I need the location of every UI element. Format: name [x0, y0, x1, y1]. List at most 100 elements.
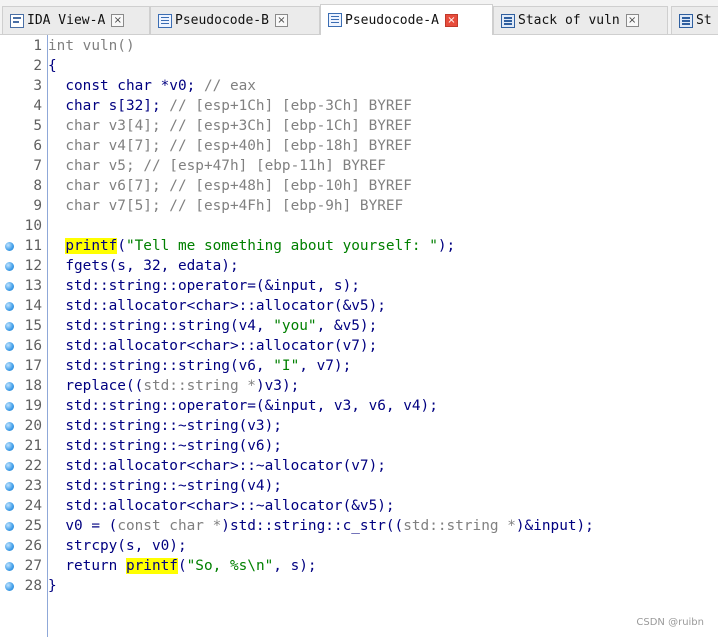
breakpoint-dot-icon[interactable]	[5, 262, 14, 271]
code-token: , s);	[273, 558, 317, 574]
code-token: (	[177, 558, 187, 574]
line-number: 27	[24, 558, 42, 574]
code-text: std::allocator<char>::allocator(&v5);	[48, 296, 386, 316]
breakpoint-dot-icon[interactable]	[5, 482, 14, 491]
code-token: char v3[4];	[48, 118, 170, 134]
code-token: "So, %s\n"	[186, 558, 274, 574]
code-token: strcpy(s, v0);	[48, 538, 187, 554]
line-number: 1	[33, 38, 42, 54]
code-text: v0 = (const char *)std::string::c_str((s…	[48, 516, 594, 536]
breakpoint-dot-icon[interactable]	[5, 562, 14, 571]
line-number: 24	[24, 498, 42, 514]
tab-pseudocode-b[interactable]: Pseudocode-B ×	[150, 6, 320, 34]
code-line[interactable]: 25 v0 = (const char *)std::string::c_str…	[0, 516, 718, 536]
code-token: // [esp+1Ch] [ebp-3Ch] BYREF	[169, 98, 412, 114]
tab-pseudocode-a[interactable]: Pseudocode-A ×	[320, 4, 493, 35]
breakpoint-dot-icon[interactable]	[5, 542, 14, 551]
code-token: std::string *	[403, 518, 516, 534]
code-line[interactable]: 28}	[0, 576, 718, 596]
code-line[interactable]: 20 std::string::~string(v3);	[0, 416, 718, 436]
code-text: fgets(s, 32, edata);	[48, 256, 238, 276]
code-line[interactable]: 11 printf("Tell me something about yours…	[0, 236, 718, 256]
line-number: 7	[33, 158, 42, 174]
code-token: "Tell me something about yourself: "	[125, 238, 438, 254]
line-number: 22	[24, 458, 42, 474]
code-token: // [esp+48h] [ebp-10h] BYREF	[169, 178, 412, 194]
code-token: , &v5);	[316, 318, 378, 334]
code-line[interactable]: 17 std::string::string(v6, "I", v7);	[0, 356, 718, 376]
line-number: 6	[33, 138, 42, 154]
code-line[interactable]: 12 fgets(s, 32, edata);	[0, 256, 718, 276]
code-line[interactable]: 22 std::allocator<char>::~allocator(v7);	[0, 456, 718, 476]
line-number: 20	[24, 418, 42, 434]
code-text: char v6[7]; // [esp+48h] [ebp-10h] BYREF	[48, 176, 412, 196]
code-line[interactable]: 4 char s[32]; // [esp+1Ch] [ebp-3Ch] BYR…	[0, 96, 718, 116]
breakpoint-dot-icon[interactable]	[5, 442, 14, 451]
code-line[interactable]: 1 int vuln()	[0, 36, 718, 56]
tab-st[interactable]: St	[671, 6, 718, 34]
code-line[interactable]: 15 std::string::string(v4, "you", &v5);	[0, 316, 718, 336]
code-line[interactable]: 14 std::allocator<char>::allocator(&v5);	[0, 296, 718, 316]
code-line[interactable]: 24 std::allocator<char>::~allocator(&v5)…	[0, 496, 718, 516]
code-text: {	[48, 56, 57, 76]
code-line[interactable]: 8 char v6[7]; // [esp+48h] [ebp-10h] BYR…	[0, 176, 718, 196]
highlighted-token: printf	[65, 238, 118, 254]
pseudocode-icon	[158, 13, 172, 28]
breakpoint-dot-icon[interactable]	[5, 582, 14, 591]
code-token: std::string::string(v6,	[48, 358, 274, 374]
code-line[interactable]: 9 char v7[5]; // [esp+4Fh] [ebp-9h] BYRE…	[0, 196, 718, 216]
code-token: // [esp+40h] [ebp-18h] BYREF	[169, 138, 412, 154]
code-line[interactable]: 10	[0, 216, 718, 236]
breakpoint-dot-icon[interactable]	[5, 402, 14, 411]
code-line[interactable]: 2{	[0, 56, 718, 76]
breakpoint-dot-icon[interactable]	[5, 302, 14, 311]
breakpoint-dot-icon[interactable]	[5, 242, 14, 251]
close-icon[interactable]: ×	[274, 14, 288, 27]
code-line[interactable]: 5 char v3[4]; // [esp+3Ch] [ebp-1Ch] BYR…	[0, 116, 718, 136]
code-line[interactable]: 26 strcpy(s, v0);	[0, 536, 718, 556]
breakpoint-dot-icon[interactable]	[5, 282, 14, 291]
line-number: 19	[24, 398, 42, 414]
tab-stack-of-vuln[interactable]: Stack of vuln ×	[493, 6, 668, 34]
breakpoint-dot-icon[interactable]	[5, 362, 14, 371]
tab-label: IDA View-A	[27, 13, 106, 28]
breakpoint-dot-icon[interactable]	[5, 522, 14, 531]
close-icon[interactable]: ×	[444, 13, 458, 27]
code-text: printf("Tell me something about yourself…	[48, 236, 455, 256]
breakpoint-dot-icon[interactable]	[5, 462, 14, 471]
code-line[interactable]: 27 return printf("So, %s\n", s);	[0, 556, 718, 576]
code-token: // [esp+4Fh] [ebp-9h] BYREF	[169, 198, 404, 214]
code-line[interactable]: 13 std::string::operator=(&input, s);	[0, 276, 718, 296]
code-token: std::allocator<char>::~allocator(v7);	[48, 458, 386, 474]
code-line[interactable]: 18 replace((std::string *)v3);	[0, 376, 718, 396]
tab-ida-view-a[interactable]: IDA View-A ×	[2, 6, 150, 34]
code-text: }	[48, 576, 57, 596]
breakpoint-dot-icon[interactable]	[5, 382, 14, 391]
breakpoint-dot-icon[interactable]	[5, 422, 14, 431]
code-token: std::string::operator=(&input, v3, v6, v…	[48, 398, 438, 414]
stack-icon	[501, 13, 515, 28]
code-line[interactable]: 6 char v4[7]; // [esp+40h] [ebp-18h] BYR…	[0, 136, 718, 156]
code-text: std::string::~string(v6);	[48, 436, 282, 456]
line-number: 15	[24, 318, 42, 334]
code-token: )v3);	[255, 378, 300, 394]
code-line[interactable]: 3 const char *v0; // eax	[0, 76, 718, 96]
code-line[interactable]: 21 std::string::~string(v6);	[0, 436, 718, 456]
code-line[interactable]: 7 char v5; // [esp+47h] [ebp-11h] BYREF	[0, 156, 718, 176]
code-text: std::string::~string(v4);	[48, 476, 282, 496]
code-token: )std::string::c_str((	[221, 518, 404, 534]
close-icon[interactable]: ×	[111, 14, 125, 27]
code-line[interactable]: 23 std::string::~string(v4);	[0, 476, 718, 496]
pseudocode-editor[interactable]: 1 int vuln() 2{3 const char *v0; // eax 4 c…	[0, 35, 718, 637]
code-text: char v7[5]; // [esp+4Fh] [ebp-9h] BYREF	[48, 196, 403, 216]
code-token: );	[437, 238, 456, 254]
code-line[interactable]: 16 std::allocator<char>::allocator(v7);	[0, 336, 718, 356]
breakpoint-dot-icon[interactable]	[5, 502, 14, 511]
close-icon[interactable]: ×	[625, 14, 639, 27]
code-text: std::string::string(v6, "I", v7);	[48, 356, 351, 376]
code-line[interactable]: 19 std::string::operator=(&input, v3, v6…	[0, 396, 718, 416]
breakpoint-dot-icon[interactable]	[5, 322, 14, 331]
breakpoint-dot-icon[interactable]	[5, 342, 14, 351]
code-token: , v7);	[299, 358, 352, 374]
code-text: std::allocator<char>::~allocator(v7);	[48, 456, 386, 476]
